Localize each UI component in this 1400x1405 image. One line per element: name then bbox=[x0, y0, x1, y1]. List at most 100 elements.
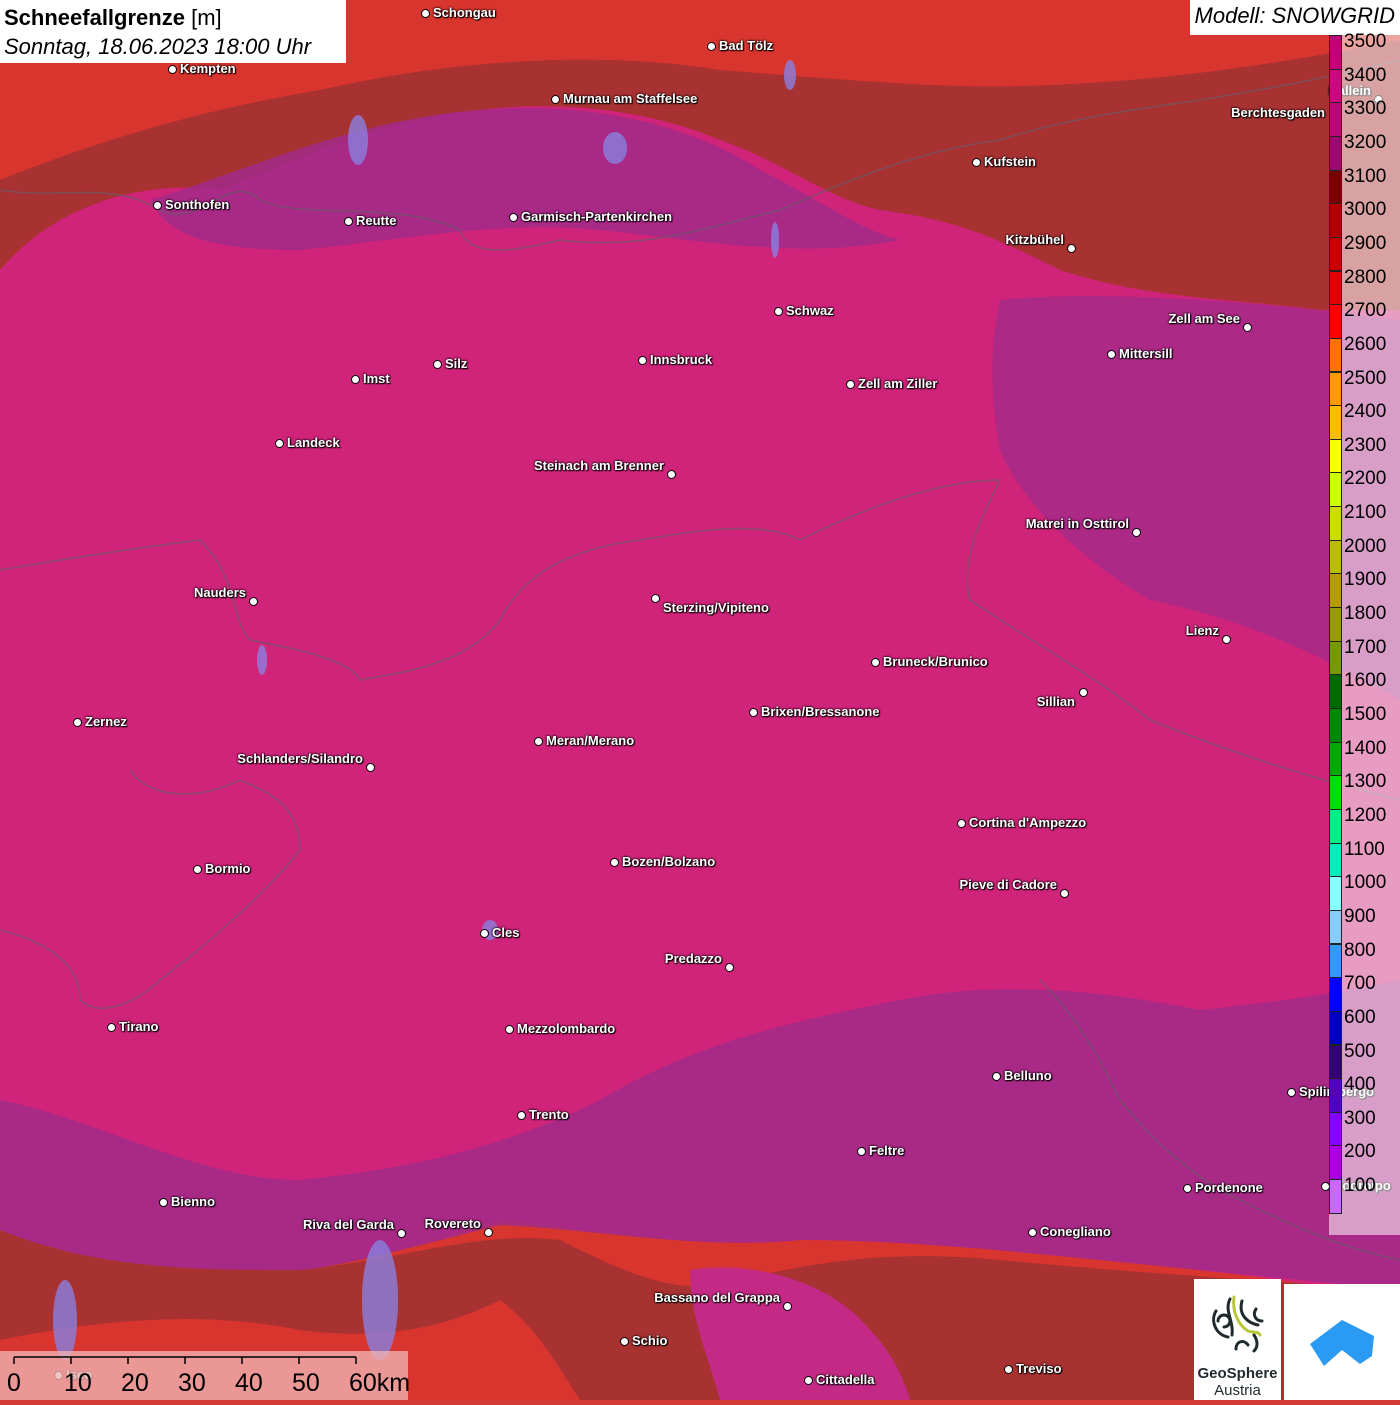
scale-label: 50 bbox=[292, 1369, 320, 1398]
legend-swatch bbox=[1329, 708, 1342, 743]
city-marker bbox=[433, 360, 442, 369]
city-marker bbox=[707, 42, 716, 51]
legend-label: 500 bbox=[1344, 1041, 1376, 1063]
legend-swatch bbox=[1329, 170, 1342, 205]
city-label: Cortina d'Ampezzo bbox=[969, 815, 1086, 830]
legend-label: 2600 bbox=[1344, 334, 1386, 356]
legend-swatch bbox=[1329, 573, 1342, 608]
legend-label: 600 bbox=[1344, 1007, 1376, 1029]
legend-label: 2500 bbox=[1344, 368, 1386, 390]
scale-label: 0 bbox=[7, 1369, 21, 1398]
snowgrid-logo[interactable] bbox=[1284, 1284, 1400, 1400]
city-marker bbox=[1183, 1184, 1192, 1193]
legend-label: 2100 bbox=[1344, 502, 1386, 524]
map-unit: [m] bbox=[191, 5, 222, 30]
city-label: Lienz bbox=[1186, 623, 1219, 638]
city-label: Rovereto bbox=[425, 1216, 481, 1231]
legend-swatch bbox=[1329, 372, 1342, 407]
legend-label: 1300 bbox=[1344, 771, 1386, 793]
city-label: Zell am See bbox=[1168, 311, 1240, 326]
city-marker bbox=[484, 1228, 493, 1237]
legend-item: 100 bbox=[1329, 1179, 1400, 1214]
city-label: Conegliano bbox=[1040, 1224, 1111, 1239]
legend-label: 1400 bbox=[1344, 738, 1386, 760]
city-marker bbox=[1243, 323, 1252, 332]
city-label: Sillian bbox=[1037, 694, 1075, 709]
city-marker bbox=[159, 1198, 168, 1207]
legend-swatch bbox=[1329, 607, 1342, 642]
city-label: Meran/Merano bbox=[546, 733, 634, 748]
city-marker bbox=[344, 217, 353, 226]
legend-swatch bbox=[1329, 1045, 1342, 1080]
legend-swatch bbox=[1329, 876, 1342, 911]
city-label: Pieve di Cadore bbox=[959, 877, 1057, 892]
legend-label: 1500 bbox=[1344, 704, 1386, 726]
legend-swatch bbox=[1329, 1179, 1342, 1214]
city-marker bbox=[351, 375, 360, 384]
city-marker bbox=[73, 718, 82, 727]
city-marker bbox=[1004, 1365, 1013, 1374]
legend-label: 3100 bbox=[1344, 166, 1386, 188]
legend-swatch bbox=[1329, 1011, 1342, 1046]
city-marker bbox=[551, 95, 560, 104]
city-marker bbox=[421, 9, 430, 18]
city-label: Sterzing/Vipiteno bbox=[663, 600, 769, 615]
city-label: Kufstein bbox=[984, 154, 1036, 169]
city-label: Berchtesgaden bbox=[1231, 105, 1325, 120]
scale-label: 40 bbox=[235, 1369, 263, 1398]
city-marker bbox=[1067, 244, 1076, 253]
legend-swatch bbox=[1329, 136, 1342, 171]
city-label: Garmisch-Partenkirchen bbox=[521, 209, 672, 224]
city-label: Steinach am Brenner bbox=[534, 458, 664, 473]
city-label: Schio bbox=[632, 1333, 667, 1348]
legend-swatch bbox=[1329, 540, 1342, 575]
legend-label: 3300 bbox=[1344, 98, 1386, 120]
scale-label: 20 bbox=[121, 1369, 149, 1398]
city-label: Silz bbox=[445, 356, 467, 371]
legend-label: 300 bbox=[1344, 1108, 1376, 1130]
legend-swatch bbox=[1329, 304, 1342, 339]
city-marker bbox=[1028, 1228, 1037, 1237]
geosphere-emblem-icon bbox=[1208, 1291, 1268, 1361]
legend-label: 900 bbox=[1344, 906, 1376, 928]
legend-label: 1600 bbox=[1344, 670, 1386, 692]
city-marker bbox=[275, 439, 284, 448]
legend-swatch bbox=[1329, 472, 1342, 507]
city-marker bbox=[992, 1072, 1001, 1081]
legend-label: 3400 bbox=[1344, 65, 1386, 87]
city-marker bbox=[638, 356, 647, 365]
snowgrid-mountain-icon bbox=[1284, 1284, 1400, 1400]
city-marker bbox=[168, 65, 177, 74]
city-label: Schongau bbox=[433, 5, 496, 20]
city-marker bbox=[193, 865, 202, 874]
legend-label: 2700 bbox=[1344, 300, 1386, 322]
legend-swatch bbox=[1329, 1078, 1342, 1113]
legend-label: 2200 bbox=[1344, 468, 1386, 490]
city-label: Landeck bbox=[287, 435, 340, 450]
legend-swatch bbox=[1329, 203, 1342, 238]
legend-label: 2800 bbox=[1344, 267, 1386, 289]
legend-label: 1100 bbox=[1344, 839, 1385, 861]
legend-swatch bbox=[1329, 1112, 1342, 1147]
legend-label: 3000 bbox=[1344, 199, 1386, 221]
city-marker bbox=[107, 1023, 116, 1032]
city-marker bbox=[1079, 688, 1088, 697]
legend-label: 1700 bbox=[1344, 637, 1386, 659]
city-marker bbox=[1287, 1088, 1296, 1097]
city-marker bbox=[774, 307, 783, 316]
city-marker bbox=[366, 763, 375, 772]
geosphere-logo[interactable]: GeoSphere Austria bbox=[1194, 1279, 1281, 1400]
legend-label: 2300 bbox=[1344, 435, 1386, 457]
legend-swatch bbox=[1329, 405, 1342, 440]
city-label: Zell am Ziller bbox=[858, 376, 937, 391]
city-marker bbox=[1107, 350, 1116, 359]
city-marker bbox=[846, 380, 855, 389]
legend-label: 3200 bbox=[1344, 132, 1386, 154]
city-label: Kitzbühel bbox=[1006, 232, 1065, 247]
map-datetime: Sonntag, 18.06.2023 18:00 Uhr bbox=[4, 32, 342, 61]
legend-label: 1800 bbox=[1344, 603, 1386, 625]
legend-swatch bbox=[1329, 775, 1342, 810]
legend-label: 3500 bbox=[1344, 31, 1386, 53]
legend-swatch bbox=[1329, 338, 1342, 373]
city-marker bbox=[620, 1337, 629, 1346]
